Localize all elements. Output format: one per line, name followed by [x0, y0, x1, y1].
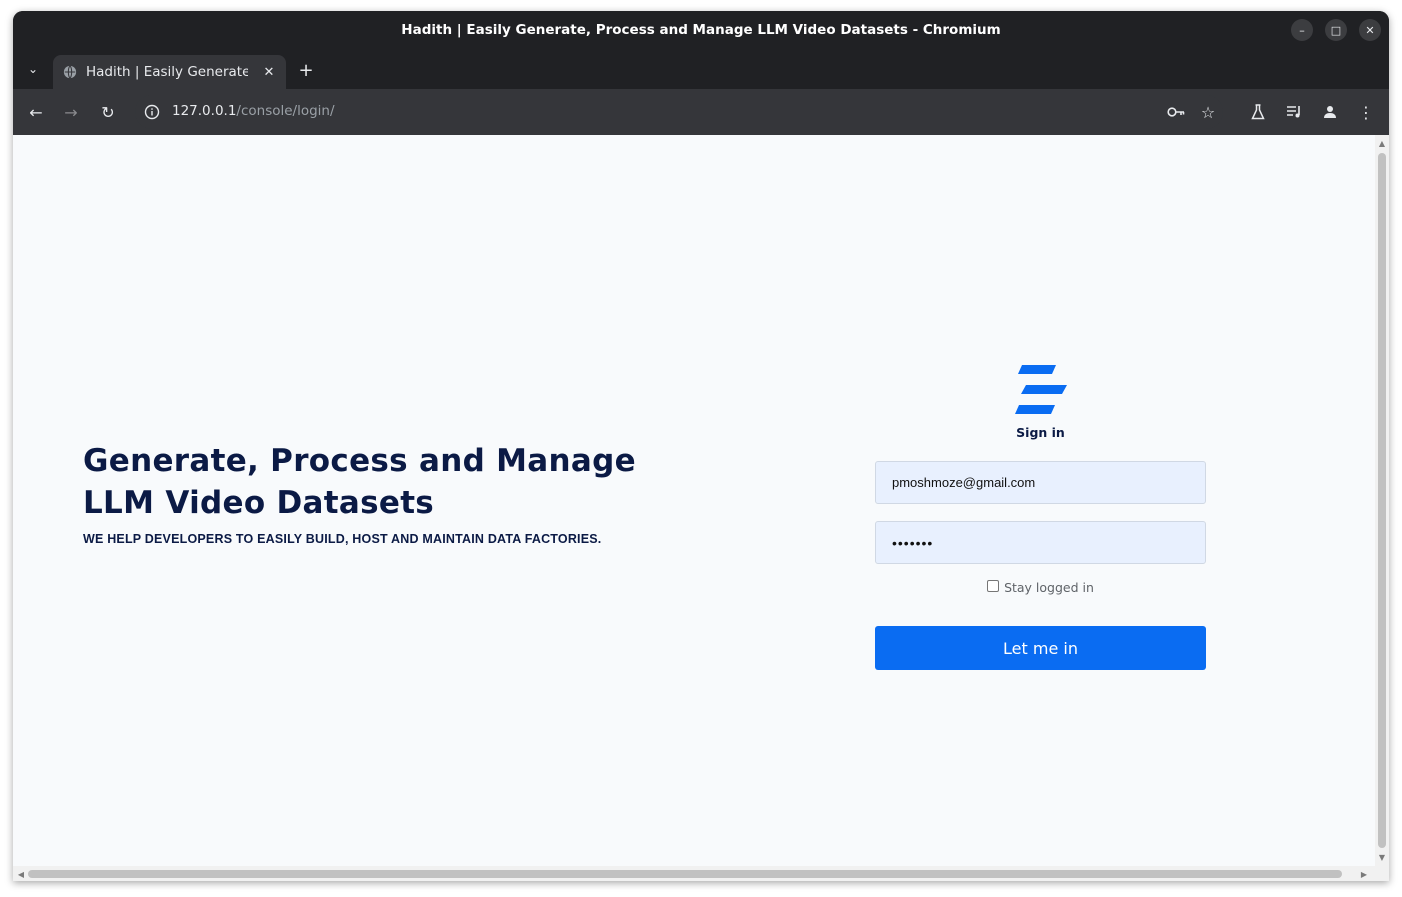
reload-icon[interactable]: ↻ — [97, 101, 119, 123]
browser-window: Hadith | Easily Generate, Process and Ma… — [13, 11, 1389, 881]
url-text[interactable]: 127.0.0.1/console/login/ — [172, 103, 335, 119]
remember-row: Stay logged in — [875, 579, 1206, 595]
remember-label[interactable]: Stay logged in — [1004, 580, 1094, 595]
tab-title: Hadith | Easily Generate, — [86, 64, 248, 80]
maximize-icon[interactable]: □ — [1325, 19, 1347, 41]
key-icon[interactable] — [1165, 101, 1187, 123]
horizontal-scrollbar[interactable]: ◀ ▶ — [13, 866, 1389, 881]
submit-button[interactable]: Let me in — [875, 626, 1206, 670]
scroll-left-icon[interactable]: ◀ — [16, 869, 26, 879]
scroll-down-icon[interactable]: ▼ — [1377, 852, 1387, 862]
plus-icon[interactable]: + — [296, 60, 316, 81]
tab-strip: ⌄ Hadith | Easily Generate, ✕ + — [13, 49, 1389, 89]
title-bar: Hadith | Easily Generate, Process and Ma… — [13, 11, 1389, 49]
globe-icon — [63, 65, 77, 79]
url-host: 127.0.0.1 — [172, 103, 237, 119]
scroll-up-icon[interactable]: ▲ — [1377, 138, 1387, 148]
brand-logo-icon — [1015, 365, 1067, 414]
window-title: Hadith | Easily Generate, Process and Ma… — [401, 22, 1001, 38]
address-bar[interactable]: 127.0.0.1/console/login/ — [135, 95, 1223, 129]
minimize-icon[interactable]: – — [1291, 19, 1313, 41]
profile-icon[interactable] — [1319, 101, 1341, 123]
star-icon[interactable]: ☆ — [1197, 101, 1219, 123]
page-viewport: Generate, Process and Manage LLM Video D… — [13, 135, 1375, 866]
scroll-right-icon[interactable]: ▶ — [1359, 869, 1369, 879]
menu-icon[interactable]: ⋮ — [1355, 101, 1377, 123]
url-path: /console/login/ — [236, 103, 335, 119]
signin-heading: Sign in — [1016, 425, 1065, 440]
forward-icon[interactable]: → — [60, 101, 82, 123]
back-icon[interactable]: ← — [25, 101, 47, 123]
toolbar: ← → ↻ 127.0.0.1/console/login/ ☆ ⋮ — [13, 89, 1389, 135]
hero-subtitle: WE HELP DEVELOPERS TO EASILY BUILD, HOST… — [83, 532, 602, 546]
vertical-scrollbar[interactable]: ▲ ▼ — [1375, 135, 1389, 866]
password-field[interactable]: ••••••• — [875, 521, 1206, 564]
vertical-scroll-thumb[interactable] — [1378, 153, 1386, 848]
info-icon[interactable] — [144, 104, 160, 120]
close-icon[interactable]: ✕ — [1359, 19, 1381, 41]
tab-active[interactable]: Hadith | Easily Generate, ✕ — [53, 55, 286, 89]
close-icon[interactable]: ✕ — [261, 64, 277, 80]
flask-icon[interactable] — [1247, 101, 1269, 123]
remember-checkbox[interactable] — [987, 579, 1000, 592]
horizontal-scroll-thumb[interactable] — [28, 870, 1342, 878]
media-icon[interactable] — [1283, 101, 1305, 123]
tab-list-icon[interactable]: ⌄ — [23, 59, 43, 79]
email-field[interactable]: pmoshmoze@gmail.com — [875, 461, 1206, 504]
hero-title: Generate, Process and Manage LLM Video D… — [83, 443, 636, 521]
